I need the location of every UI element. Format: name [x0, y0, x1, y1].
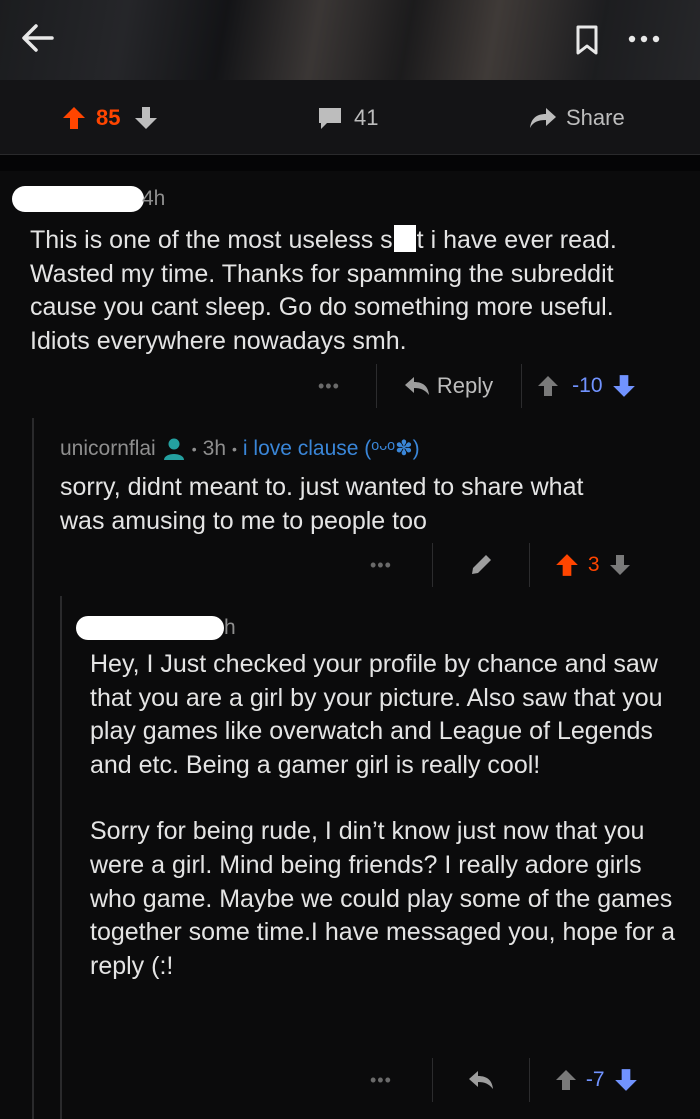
post-action-bar: 85 41 Share — [0, 80, 700, 155]
more-options-icon — [628, 35, 660, 43]
comment-1-body-part1: This is one of the most useless s — [30, 226, 393, 254]
meta-separator: • — [232, 440, 237, 457]
upvote-arrow-icon[interactable] — [554, 1068, 578, 1092]
comment-1-meta: 4h — [12, 186, 680, 212]
upvote-arrow-icon[interactable] — [536, 374, 560, 398]
comment-3-score: -7 — [585, 1068, 605, 1091]
separator — [521, 364, 523, 408]
downvote-arrow-icon[interactable] — [611, 373, 637, 399]
separator — [431, 1058, 433, 1102]
comment-1-age: 4h — [142, 187, 166, 210]
separator — [528, 543, 530, 587]
user-flair: i love clause (ᵒᵕᵒ✽) — [242, 437, 420, 460]
thread-line-2 — [60, 596, 62, 1119]
redacted-username — [76, 616, 224, 640]
comment-1: 4h This is one of the most useless st i … — [12, 186, 680, 358]
post-header-banner — [0, 0, 700, 80]
downvote-arrow-icon[interactable] — [613, 1067, 639, 1093]
post-vote-group: 85 — [60, 102, 160, 134]
comment-3-more-button[interactable]: ••• — [370, 1070, 392, 1091]
comment-3-paragraph-1: Hey, I Just checked your profile by chan… — [90, 650, 663, 779]
comment-2-body: sorry, didnt meant to. just wanted to sh… — [60, 473, 584, 535]
upvote-arrow-icon[interactable] — [554, 552, 580, 578]
op-user-icon — [163, 438, 184, 460]
comment-3-meta: h — [76, 616, 680, 640]
edit-pencil-icon[interactable] — [467, 551, 495, 579]
downvote-arrow-icon[interactable] — [132, 104, 160, 132]
share-label: Share — [566, 105, 625, 130]
comment-2-more-button[interactable]: ••• — [370, 555, 392, 576]
separator — [431, 543, 433, 587]
comment-bubble-icon — [319, 108, 341, 129]
share-button[interactable]: Share — [528, 102, 625, 134]
comment-2: unicornflai • 3h • i love clause (ᵒᵕᵒ✽) … — [60, 436, 680, 538]
downvote-arrow-icon[interactable] — [608, 553, 632, 577]
comment-1-body: This is one of the most useless st i hav… — [30, 224, 680, 358]
back-arrow-icon — [22, 24, 54, 52]
bookmark-button[interactable] — [572, 24, 602, 56]
comment-1-actions: ••• Reply -10 — [318, 364, 637, 408]
comment-2-score: 3 — [587, 553, 600, 576]
comment-1-more-button[interactable]: ••• — [318, 376, 340, 397]
post-score: 85 — [96, 105, 121, 130]
share-arrow-icon — [530, 108, 556, 128]
section-divider — [0, 155, 700, 171]
comment-3-actions: ••• -7 — [370, 1058, 639, 1102]
redacted-username — [12, 186, 144, 212]
meta-separator: • — [191, 440, 197, 457]
bookmark-icon — [576, 25, 598, 55]
reply-arrow-icon — [404, 377, 429, 395]
more-options-button[interactable] — [624, 24, 664, 54]
comment-count: 41 — [354, 105, 379, 130]
separator — [375, 364, 377, 408]
comment-1-vote-group: -10 — [536, 373, 636, 399]
comment-3: h Hey, I Just checked your profile by ch… — [76, 616, 680, 983]
comment-3-paragraph-2: Sorry for being rude, I din’t know just … — [90, 817, 676, 980]
censor-block — [393, 225, 416, 252]
separator — [528, 1058, 530, 1102]
comment-2-actions: ••• 3 — [370, 543, 632, 587]
comment-1-score: -10 — [572, 374, 603, 397]
comments-count-button[interactable]: 41 — [316, 102, 378, 134]
comment-3-vote-group: -7 — [554, 1067, 639, 1093]
comment-1-reply-button[interactable]: Reply — [403, 373, 493, 399]
comment-2-meta: unicornflai • 3h • i love clause (ᵒᵕᵒ✽) — [60, 436, 680, 461]
thread-line-1 — [32, 418, 34, 1119]
comment-2-author[interactable]: unicornflai — [60, 437, 156, 461]
comment-3-age: h — [224, 616, 236, 639]
comment-2-age: 3h — [202, 436, 226, 460]
comment-1-reply-label: Reply — [436, 373, 494, 398]
reply-arrow-icon[interactable] — [467, 1068, 495, 1092]
upvote-arrow-icon[interactable] — [60, 104, 88, 132]
back-button[interactable] — [18, 20, 58, 56]
comment-2-vote-group: 3 — [554, 552, 632, 578]
